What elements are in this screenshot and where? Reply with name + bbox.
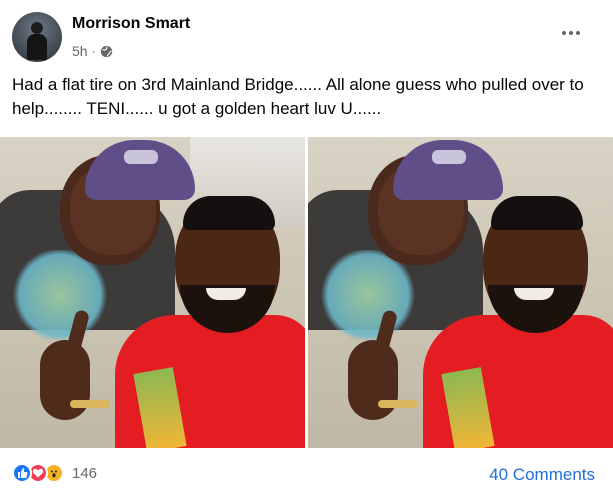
reactions-summary[interactable]: 146 (12, 463, 97, 483)
cap-logo (124, 150, 158, 164)
avatar-figure-body (27, 34, 47, 60)
more-dot-icon (576, 31, 580, 35)
more-dot-icon (562, 31, 566, 35)
comments-link[interactable]: 40 Comments (489, 465, 595, 485)
woman-hand (40, 340, 90, 420)
purple-cap (393, 140, 503, 200)
photo-scene (308, 137, 613, 448)
globe-icon[interactable] (100, 45, 113, 58)
more-dot-icon (569, 31, 573, 35)
like-icon (12, 463, 32, 483)
post-footer: 146 40 Comments (0, 448, 613, 497)
meta-separator: · (91, 44, 96, 58)
man-hair (491, 196, 583, 230)
post-time[interactable]: 5h (72, 43, 88, 59)
cap-logo (432, 150, 466, 164)
woman-hand (348, 340, 398, 420)
more-options-button[interactable] (555, 22, 587, 44)
author-name[interactable]: Morrison Smart (72, 15, 190, 33)
photo-1[interactable] (0, 137, 305, 448)
man-smile (514, 288, 554, 300)
man-smile (206, 288, 246, 300)
purple-cap (85, 140, 195, 200)
avatar[interactable] (12, 12, 62, 62)
post-meta: 5h · (72, 43, 113, 59)
gold-bracelet (70, 400, 110, 408)
facebook-post: Morrison Smart 5h · Had a flat tire on 3… (0, 0, 613, 497)
man-hair (183, 196, 275, 230)
photo-2[interactable] (305, 137, 613, 448)
gold-bracelet (378, 400, 418, 408)
photo-grid (0, 137, 613, 448)
avatar-figure-head (31, 22, 43, 34)
photo-scene (0, 137, 305, 448)
post-text: Had a flat tire on 3rd Mainland Bridge..… (12, 75, 584, 118)
post-header: Morrison Smart 5h · (12, 12, 601, 64)
reaction-count: 146 (72, 464, 98, 482)
